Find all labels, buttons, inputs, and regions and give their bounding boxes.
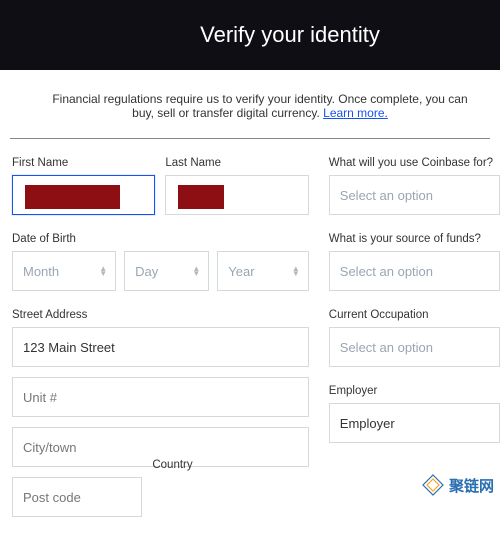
spinner-icon: ▲▼ [292,266,300,276]
watermark-text: 聚链网 [449,475,494,496]
dob-month-value: Month [23,264,59,279]
postcode-field[interactable]: Post code [12,477,142,517]
funds-label: What is your source of funds? [329,233,500,245]
spinner-icon: ▲▼ [192,266,200,276]
redacted-first-name [25,185,120,209]
employer-label: Employer [329,385,500,397]
dob-year-select[interactable]: Year ▲▼ [217,251,308,291]
use-label: What will you use Coinbase for? [329,157,500,169]
intro-line-2: buy, sell or transfer digital currency. [132,106,320,120]
first-name-label: First Name [12,157,155,169]
form-left-column: First Name Last Name Date of Birth Month [12,157,309,545]
dob-label: Date of Birth [12,233,309,245]
spinner-icon: ▲▼ [99,266,107,276]
occupation-select[interactable]: Select an option [329,327,500,367]
street-field[interactable]: 123 Main Street [12,327,309,367]
dob-day-value: Day [135,264,158,279]
dob-month-select[interactable]: Month ▲▼ [12,251,116,291]
last-name-label: Last Name [165,157,308,169]
first-name-field[interactable] [12,175,155,215]
page-title: Verify your identity [200,22,380,48]
dob-day-select[interactable]: Day ▲▼ [124,251,209,291]
redacted-last-name [178,185,224,209]
employer-field[interactable]: Employer [329,403,500,443]
funds-select[interactable]: Select an option [329,251,500,291]
watermark-icon [421,473,445,497]
last-name-field[interactable] [165,175,308,215]
country-label: Country [152,459,308,471]
use-select[interactable]: Select an option [329,175,500,215]
street-address-label: Street Address [12,309,309,321]
watermark: 聚链网 [421,473,494,497]
dob-year-value: Year [228,264,254,279]
occupation-label: Current Occupation [329,309,500,321]
learn-more-link[interactable]: Learn more. [323,106,388,120]
intro-line-1: Financial regulations require us to veri… [52,92,467,106]
page-header: Verify your identity [0,0,500,70]
intro-text: Financial regulations require us to veri… [0,70,500,138]
unit-field[interactable]: Unit # [12,377,309,417]
